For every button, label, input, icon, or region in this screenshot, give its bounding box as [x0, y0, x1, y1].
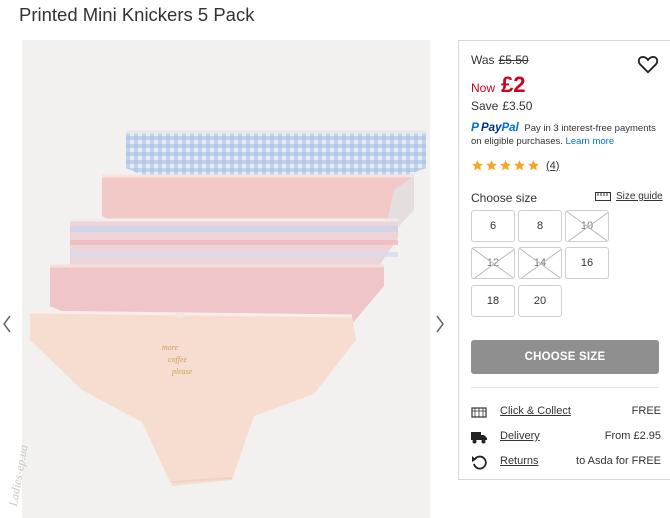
save-label: Save — [471, 99, 499, 113]
size-option-20[interactable]: 20 — [518, 285, 562, 317]
paypal-learn-more-link[interactable]: Learn more — [566, 136, 615, 147]
return-icon — [472, 455, 487, 470]
gallery-prev-arrow[interactable] — [0, 312, 14, 336]
delivery-link[interactable]: Delivery — [500, 430, 540, 442]
svg-text:more: more — [162, 343, 179, 352]
now-label: Now — [471, 81, 496, 95]
paypal-logo: PayPal — [481, 122, 519, 134]
product-image[interactable]: more coffee please — [22, 40, 430, 518]
was-price: Was £5.50 — [471, 53, 529, 67]
now-price: Now £2 — [471, 72, 526, 98]
size-option-18[interactable]: 18 — [471, 285, 515, 317]
ruler-icon — [595, 192, 611, 201]
paypal-icon: P — [471, 120, 480, 134]
size-option-8[interactable]: 8 — [518, 210, 562, 242]
size-guide-link[interactable]: Size guide — [595, 191, 663, 202]
size-option-12[interactable]: 12 — [471, 247, 515, 279]
service-click-collect: Click & Collect FREE — [471, 404, 661, 420]
choose-size-label: Choose size — [471, 191, 538, 205]
size-option-16[interactable]: 16 — [565, 247, 609, 279]
save-price: Save £3.50 — [471, 99, 532, 113]
was-value: £5.50 — [498, 53, 529, 67]
now-value: £2 — [501, 72, 526, 97]
returns-value: to Asda for FREE — [576, 455, 661, 467]
svg-text:please: please — [171, 367, 193, 376]
purchase-panel: Was £5.50 Now £2 Save £3.50 P PayPal Pay in … — [458, 40, 670, 480]
choose-size-button[interactable]: CHOOSE SIZE — [471, 340, 659, 374]
star-icon — [528, 160, 539, 171]
save-value: £3.50 — [502, 99, 533, 113]
rating-count[interactable]: (4) — [546, 160, 559, 172]
gallery-next-arrow[interactable] — [433, 312, 447, 336]
delivery-value: From £2.95 — [604, 430, 661, 442]
star-icon — [486, 160, 497, 171]
page-title: Printed Mini Knickers 5 Pack — [19, 4, 255, 25]
size-option-14[interactable]: 14 — [518, 247, 562, 279]
star-icon — [472, 160, 483, 171]
size-option-10[interactable]: 10 — [565, 210, 609, 242]
truck-icon — [471, 432, 487, 444]
click-collect-value: FREE — [631, 405, 661, 417]
star-icon — [514, 160, 525, 171]
size-option-6[interactable]: 6 — [471, 210, 515, 242]
returns-link[interactable]: Returns — [500, 455, 539, 467]
service-returns: Returns to Asda for FREE — [471, 454, 661, 470]
was-label: Was — [471, 53, 495, 67]
paypal-message: P PayPal Pay in 3 interest-free payments … — [471, 121, 667, 148]
store-icon — [471, 407, 487, 418]
knicker-5: more coffee please — [29, 310, 356, 486]
service-delivery: Delivery From £2.95 — [471, 429, 661, 445]
star-icon — [500, 160, 511, 171]
divider — [471, 387, 659, 388]
heart-icon[interactable] — [637, 53, 659, 75]
click-collect-link[interactable]: Click & Collect — [500, 405, 571, 417]
svg-text:coffee: coffee — [168, 355, 188, 364]
rating[interactable]: (4) — [471, 159, 559, 172]
